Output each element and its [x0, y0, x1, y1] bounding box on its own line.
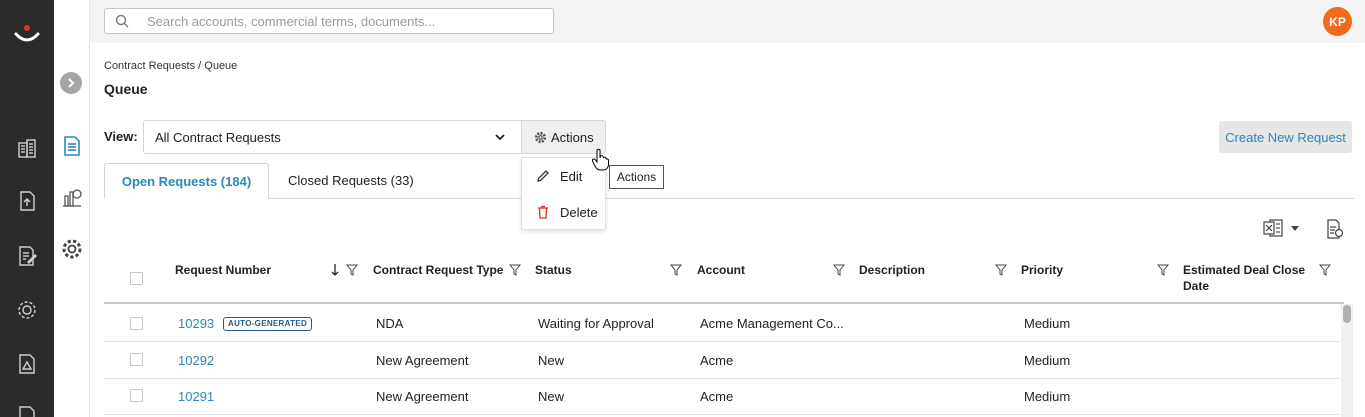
app-nav-rail [0, 0, 54, 417]
column-header-account[interactable]: Account [697, 262, 745, 278]
user-avatar[interactable]: KP [1323, 7, 1352, 36]
tab-open-requests[interactable]: Open Requests (184) [104, 163, 269, 199]
breadcrumb: Contract Requests / Queue [104, 60, 238, 72]
tab-closed-requests[interactable]: Closed Requests (33) [288, 173, 414, 188]
contract-requests-icon[interactable] [61, 135, 83, 157]
cell-type: NDA [376, 316, 404, 331]
menu-item-delete-label: Delete [560, 204, 598, 220]
cell-priority: Medium [1024, 316, 1071, 331]
search-icon [115, 14, 129, 28]
hand-cursor-icon [591, 148, 609, 171]
cell-status: New [538, 353, 565, 368]
table-row[interactable]: 10293 AUTO-GENERATED NDA Waiting for App… [104, 305, 1340, 342]
upload-document-icon[interactable] [16, 190, 38, 212]
pencil-icon [537, 170, 549, 182]
actions-tooltip: Actions [609, 165, 664, 189]
menu-item-delete[interactable]: Delete [522, 194, 607, 230]
menu-item-edit-label: Edit [560, 168, 583, 184]
cell-status: New [538, 389, 565, 404]
filter-icon[interactable] [833, 264, 845, 276]
request-number-link[interactable]: 10291 [178, 389, 214, 404]
caret-down-icon[interactable] [1291, 226, 1299, 231]
column-header-request-number[interactable]: Request Number [175, 262, 271, 278]
edit-document-icon[interactable] [16, 245, 38, 267]
create-new-request-button[interactable]: Create New Request [1219, 121, 1352, 153]
column-header-contract-request-type[interactable]: Contract Request Type [373, 262, 503, 278]
row-checkbox[interactable] [130, 389, 143, 402]
filter-icon[interactable] [1157, 264, 1169, 276]
column-header-priority[interactable]: Priority [1021, 262, 1063, 278]
sort-descending-icon[interactable] [331, 263, 339, 277]
filter-icon[interactable] [1319, 264, 1331, 276]
column-header-status[interactable]: Status [535, 262, 572, 278]
actions-button-label: Actions [551, 129, 594, 145]
view-label: View: [104, 129, 138, 144]
cell-priority: Medium [1024, 389, 1071, 404]
table-row[interactable]: 10292 New Agreement New Acme Medium [104, 342, 1340, 379]
request-number-link[interactable]: 10293 [178, 316, 214, 331]
tabs-divider [104, 198, 1354, 199]
filter-icon[interactable] [670, 264, 682, 276]
search-input[interactable] [147, 12, 547, 30]
secondary-nav-rail [54, 0, 90, 417]
view-select[interactable]: All Contract Requests [143, 120, 522, 154]
column-settings-icon[interactable] [1326, 218, 1344, 240]
report-icon[interactable] [16, 405, 38, 417]
excel-export-icon[interactable] [1262, 218, 1284, 238]
cell-account: Acme [700, 389, 734, 404]
select-all-checkbox[interactable] [130, 272, 143, 285]
cell-type: New Agreement [376, 353, 469, 368]
top-bar: KP [90, 0, 1365, 43]
gear-icon[interactable] [61, 238, 83, 260]
analytics-icon[interactable] [61, 186, 83, 208]
cell-type: New Agreement [376, 389, 469, 404]
buildings-icon[interactable] [16, 137, 38, 159]
chevron-right-icon [68, 78, 75, 88]
network-gear-icon[interactable] [16, 299, 38, 321]
auto-generated-badge: AUTO-GENERATED [223, 317, 313, 331]
row-checkbox[interactable] [130, 353, 143, 366]
expand-sidebar-button[interactable] [60, 72, 82, 94]
trash-icon [538, 205, 548, 219]
filter-icon[interactable] [346, 264, 358, 276]
chevron-down-icon [495, 134, 505, 141]
cell-account: Acme [700, 353, 734, 368]
filter-icon[interactable] [509, 264, 521, 276]
search-box[interactable] [104, 8, 554, 34]
request-number-link[interactable]: 10292 [178, 353, 214, 368]
view-select-value: All Contract Requests [155, 130, 281, 145]
cell-status: Waiting for Approval [538, 316, 654, 331]
table-scrollbar-thumb[interactable] [1343, 305, 1351, 323]
app-logo-icon[interactable] [13, 22, 41, 46]
gear-icon [534, 131, 547, 143]
row-checkbox[interactable] [130, 317, 143, 330]
cell-priority: Medium [1024, 353, 1071, 368]
cell-account: Acme Management Co... [700, 316, 844, 331]
page-title: Queue [104, 81, 148, 97]
column-header-estimated-deal-close-date[interactable]: Estimated Deal Close Date [1183, 262, 1313, 294]
filter-icon[interactable] [995, 264, 1007, 276]
document-triangle-icon[interactable] [16, 353, 38, 375]
table-header: Request Number Contract Request Type Sta… [104, 252, 1344, 304]
column-header-description[interactable]: Description [859, 262, 925, 278]
table-row[interactable]: 10291 New Agreement New Acme Medium [104, 378, 1340, 415]
